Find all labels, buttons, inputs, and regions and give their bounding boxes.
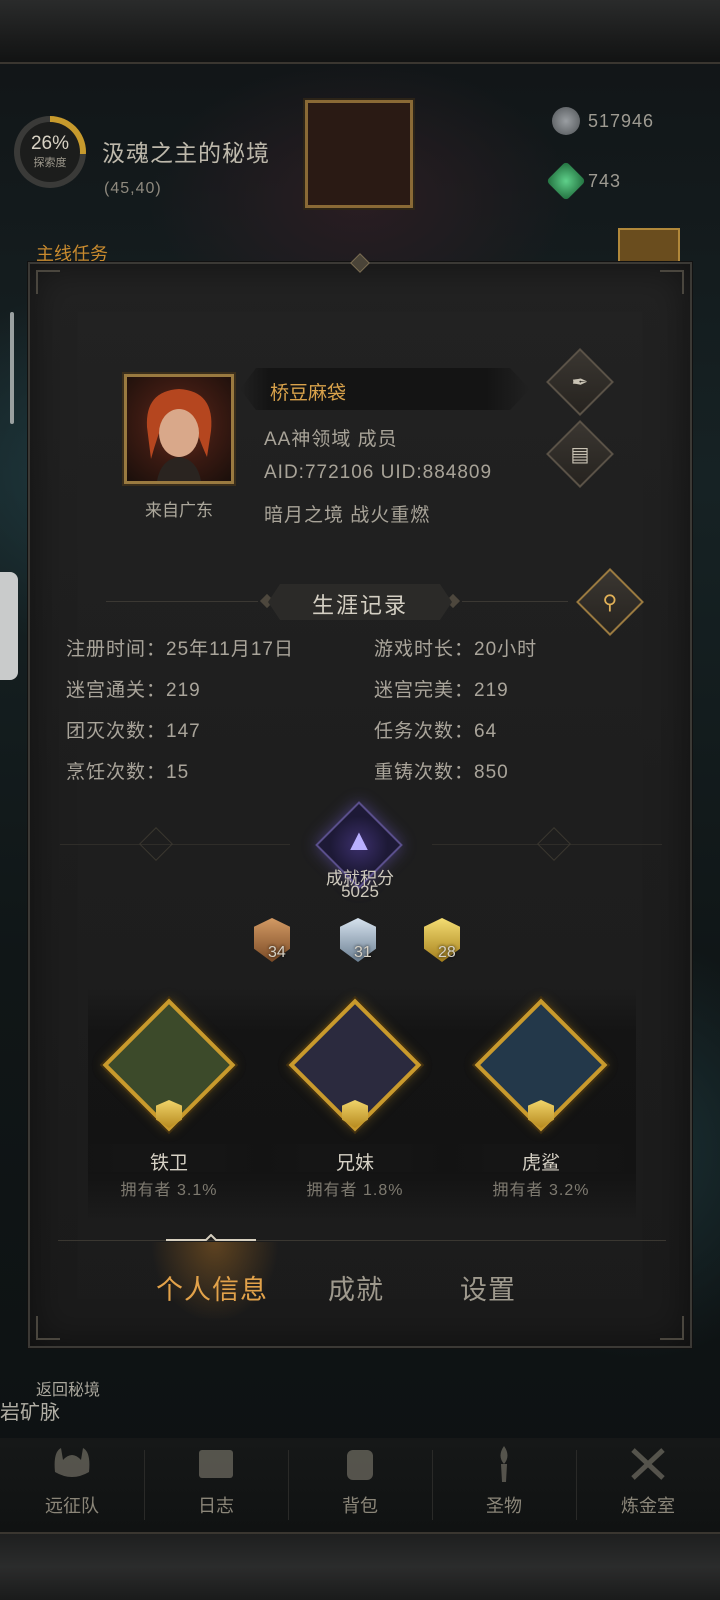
stat-quest-count: 任务次数：64: [374, 721, 498, 742]
career-detail-button[interactable]: ⚲: [576, 568, 644, 636]
tab-achievements[interactable]: 成就: [328, 1268, 384, 1307]
achievement-divider: [60, 844, 290, 845]
panel-corner: [660, 1316, 684, 1340]
nav-label: 日志: [198, 1496, 234, 1516]
panel-corner: [36, 270, 60, 294]
gold-rank-icon: [528, 1100, 554, 1128]
nav-label: 炼金室: [621, 1496, 675, 1516]
hero-ownership: 拥有者 3.2%: [492, 1182, 590, 1199]
stat-cooking-count: 烹饪次数：15: [66, 762, 190, 783]
stat-maze-perfect: 迷宫完美：219: [374, 680, 509, 701]
bottom-navigation: 远征队 日志 背包 圣物 炼金室: [0, 1438, 720, 1532]
hero-name: 虎鲨: [521, 1153, 560, 1174]
scroll-icon: [199, 1450, 233, 1478]
nav-label: 远征队: [45, 1496, 99, 1516]
gold-medal[interactable]: 28: [420, 916, 468, 966]
gold-rank-icon: [342, 1100, 368, 1128]
player-avatar[interactable]: [124, 374, 234, 484]
silver-medal[interactable]: 31: [336, 916, 384, 966]
realm-title: 汲魂之主的秘境: [102, 140, 270, 166]
document-icon: ▤: [570, 443, 590, 466]
stat-register-date: 注册时间：25年11月17日: [66, 639, 294, 660]
player-server: 暗月之境 战火重燃: [264, 505, 431, 526]
player-profile-panel: 来自广东 桥豆麻袋 AA神领域 成员 AID:772106 UID:884809…: [28, 253, 692, 1348]
career-record-title: 生涯记录: [311, 593, 408, 618]
achievement-ornament: [537, 827, 571, 861]
top-frame: [0, 0, 720, 64]
explore-percent: 26%: [30, 133, 70, 154]
stat-wipe-count: 团灭次数：147: [66, 721, 201, 742]
tab-divider: [58, 1240, 666, 1241]
section-divider: [462, 601, 568, 602]
hero-ownership: 拥有者 3.1%: [120, 1182, 218, 1199]
tab-personal-info[interactable]: 个人信息: [156, 1268, 268, 1307]
explore-label: 探索度: [33, 157, 67, 169]
achievement-ornament: [139, 827, 173, 861]
hero-card[interactable]: 铁卫 拥有者 3.1%: [84, 998, 254, 1218]
torch-icon: [500, 1446, 508, 1482]
hero-card[interactable]: 兄妹 拥有者 1.8%: [270, 998, 440, 1218]
area-label: 岩矿脉: [0, 1402, 60, 1424]
nav-label: 圣物: [486, 1496, 522, 1516]
realm-coord: (45,40): [104, 180, 162, 197]
hud-portrait[interactable]: [305, 100, 413, 208]
alchemy-icon: [631, 1448, 665, 1480]
gem-resource: 743: [546, 161, 622, 201]
section-divider: [106, 601, 258, 602]
backpack-icon: [347, 1450, 373, 1480]
gem-amount: 743: [588, 170, 622, 191]
hero-name: 兄妹: [335, 1153, 374, 1174]
hero-ownership: 拥有者 1.8%: [306, 1182, 404, 1199]
silver-medal-count: 31: [354, 944, 372, 961]
nav-relics[interactable]: 圣物: [432, 1438, 576, 1532]
character-portrait: [146, 389, 212, 481]
nav-log[interactable]: 日志: [144, 1438, 288, 1532]
panel-corner: [660, 270, 684, 294]
stat-play-time: 游戏时长：20小时: [374, 639, 538, 660]
nav-expedition[interactable]: 远征队: [0, 1438, 144, 1532]
bronze-medal[interactable]: 34: [250, 916, 298, 966]
explore-progress[interactable]: 26% 探索度: [14, 116, 86, 188]
hero-card[interactable]: 虎鲨 拥有者 3.2%: [456, 998, 626, 1218]
panel-corner: [36, 1316, 60, 1340]
gold-medal-count: 28: [438, 944, 456, 961]
stat-reforge-count: 重铸次数：850: [374, 762, 509, 783]
edit-name-button[interactable]: ✒: [546, 348, 614, 416]
player-origin: 来自广东: [145, 501, 213, 520]
stat-maze-clear: 迷宫通关：219: [66, 680, 201, 701]
gold-rank-icon: [156, 1100, 182, 1128]
bottom-frame: [0, 1532, 720, 1600]
hero-name: 铁卫: [149, 1153, 188, 1174]
tab-settings[interactable]: 设置: [460, 1268, 516, 1307]
silver-resource: 517946: [552, 104, 654, 138]
viking-helmet-icon: [54, 1448, 90, 1477]
side-drawer-handle[interactable]: [0, 572, 18, 680]
achievement-score: 5025: [341, 882, 379, 901]
player-guild: AA神领域 成员: [264, 429, 398, 450]
quill-icon: ✒: [571, 371, 589, 394]
green-gem-icon: [546, 161, 586, 201]
nav-backpack[interactable]: 背包: [288, 1438, 432, 1532]
nav-label: 背包: [342, 1496, 378, 1516]
nav-alchemy[interactable]: 炼金室: [576, 1438, 720, 1532]
silver-ore-icon: [552, 107, 580, 135]
silver-amount: 517946: [588, 110, 655, 131]
triforce-icon: ▲: [344, 824, 374, 857]
bronze-medal-count: 34: [268, 944, 286, 961]
magnifier-icon: ⚲: [602, 591, 618, 614]
player-name: 桥豆麻袋: [270, 383, 347, 404]
active-tab-indicator: [166, 1234, 256, 1241]
copy-id-button[interactable]: ▤: [546, 420, 614, 488]
player-ids: AID:772106 UID:884809: [264, 462, 493, 483]
side-scrollbar[interactable]: [10, 312, 14, 424]
